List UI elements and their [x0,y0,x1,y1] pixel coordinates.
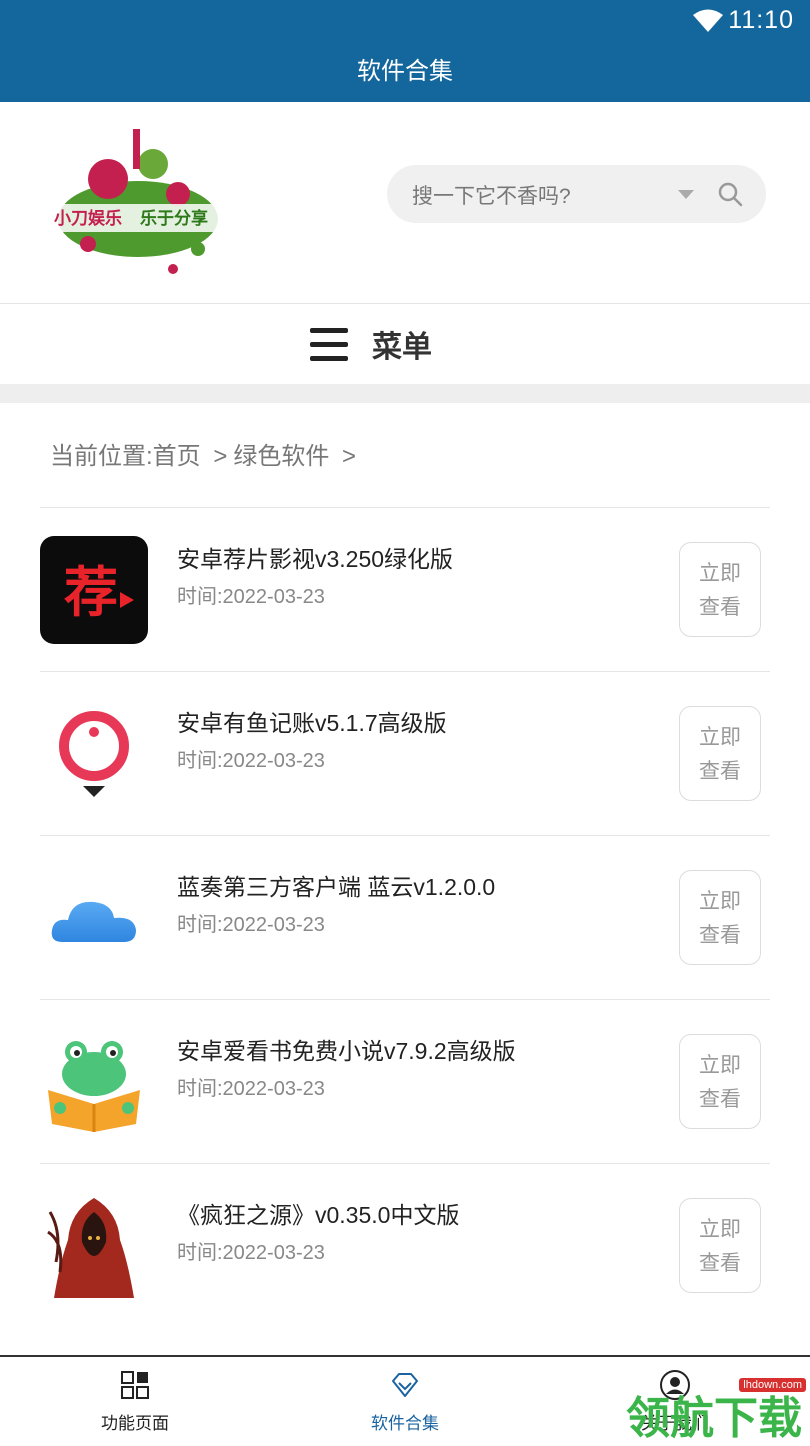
view-now-button[interactable]: 立即 查看 [679,870,761,965]
list-item[interactable]: 安卓爱看书免费小说v7.9.2高级版 时间:2022-03-23 立即 查看 [40,999,770,1163]
view-button-line2: 查看 [699,760,741,783]
hooded-figure-game-icon[interactable] [40,1192,148,1300]
view-now-button[interactable]: 立即 查看 [679,706,761,801]
breadcrumb: 当前位置:首页 > 绿色软件 > [50,436,362,471]
view-button-line1: 立即 [699,562,741,585]
diamond-icon [392,1373,418,1397]
breadcrumb-separator: > [213,443,228,470]
software-list: 荐 安卓荐片影视v3.250绿化版 时间:2022-03-23 立即 查看 安卓… [40,507,770,1327]
breadcrumb-separator: > [342,443,357,470]
item-title[interactable]: 安卓荐片影视v3.250绿化版 [177,540,453,574]
view-button-line1: 立即 [699,726,741,749]
item-date: 时间:2022-03-23 [177,586,325,608]
header: 小刀娱乐 乐于分享 搜一下它不香吗? [0,102,810,302]
view-button-line1: 立即 [699,1054,741,1077]
view-now-button[interactable]: 立即 查看 [679,1198,761,1293]
view-button-line2: 查看 [699,924,741,947]
menu-label: 菜单 [372,331,432,364]
frog-book-app-icon[interactable] [40,1028,148,1136]
grid-icon [121,1371,149,1399]
hamburger-icon[interactable] [310,328,348,362]
item-date: 时间:2022-03-23 [177,914,325,936]
item-title[interactable]: 《疯狂之源》v0.35.0中文版 [177,1196,459,1230]
list-item[interactable]: 《疯狂之源》v0.35.0中文版 时间:2022-03-23 立即 查看 [40,1163,770,1327]
item-date: 时间:2022-03-23 [177,1242,325,1264]
watermark: 领航下载 lhdown.com [626,1378,808,1443]
search-box[interactable]: 搜一下它不香吗? [387,165,766,223]
view-now-button[interactable]: 立即 查看 [679,1034,761,1129]
breadcrumb-prefix: 当前位置: [50,443,153,470]
site-logo[interactable]: 小刀娱乐 乐于分享 [48,124,228,284]
view-button-line2: 查看 [699,596,741,619]
item-date: 时间:2022-03-23 [177,750,325,772]
page-title: 软件合集 [0,44,810,102]
tab-label: 软件合集 [371,1414,439,1433]
list-item[interactable]: 安卓有鱼记账v5.1.7高级版 时间:2022-03-23 立即 查看 [40,671,770,835]
breadcrumb-home[interactable]: 首页 [153,443,201,470]
svg-text:荐: 荐 [64,561,118,624]
breadcrumb-category[interactable]: 绿色软件 [233,443,329,470]
tab-software[interactable]: 软件合集 [270,1357,540,1442]
cloud-app-icon[interactable] [40,864,148,972]
item-title[interactable]: 安卓有鱼记账v5.1.7高级版 [177,704,447,738]
wifi-icon [693,9,723,32]
status-time: 11:10 [728,6,794,34]
view-button-line1: 立即 [699,890,741,913]
view-button-line2: 查看 [699,1088,741,1111]
item-title[interactable]: 蓝奏第三方客户端 蓝云v1.2.0.0 [177,868,495,902]
tab-label: 功能页面 [101,1414,169,1433]
watermark-url: lhdown.com [739,1378,806,1392]
bottom-nav: 功能页面 软件合集 关于我们 领航下载 lhdown.com [0,1355,810,1443]
svg-text:小刀娱乐: 小刀娱乐 [54,208,122,229]
chevron-down-icon[interactable] [678,190,694,199]
item-date: 时间:2022-03-23 [177,1078,325,1100]
svg-text:乐于分享: 乐于分享 [140,208,208,229]
tab-functions[interactable]: 功能页面 [0,1357,270,1442]
youyu-app-icon[interactable] [40,700,148,808]
search-placeholder: 搜一下它不香吗? [412,185,571,208]
view-button-line1: 立即 [699,1218,741,1241]
jianpian-app-icon[interactable]: 荐 [40,536,148,644]
view-now-button[interactable]: 立即 查看 [679,542,761,637]
status-bar: 11:10 [0,0,810,44]
view-button-line2: 查看 [699,1252,741,1275]
search-icon[interactable] [717,181,743,207]
list-item[interactable]: 蓝奏第三方客户端 蓝云v1.2.0.0 时间:2022-03-23 立即 查看 [40,835,770,999]
divider [0,384,810,403]
list-item[interactable]: 荐 安卓荐片影视v3.250绿化版 时间:2022-03-23 立即 查看 [40,507,770,671]
menu-bar[interactable]: 菜单 [0,303,810,384]
item-title[interactable]: 安卓爱看书免费小说v7.9.2高级版 [177,1032,516,1066]
